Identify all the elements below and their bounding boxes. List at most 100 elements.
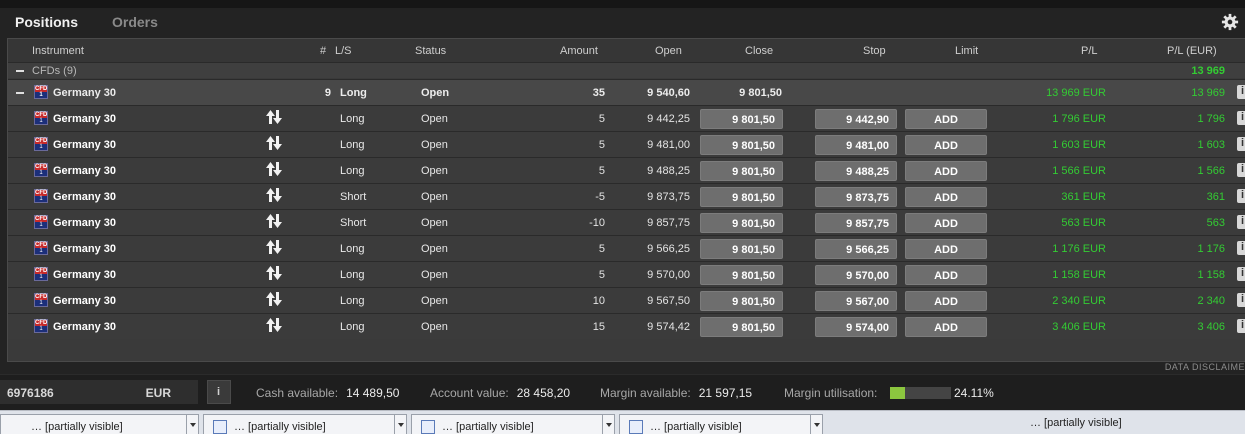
amount-value: 5 bbox=[598, 243, 605, 255]
swap-arrows-icon[interactable] bbox=[265, 317, 283, 333]
pl-eur-value: 1 796 bbox=[1197, 113, 1225, 125]
ls-value: Short bbox=[340, 191, 367, 203]
close-button[interactable]: 9 801,50 bbox=[700, 213, 783, 233]
stop-button[interactable]: 9 570,00 bbox=[815, 265, 897, 285]
col-pl-eur[interactable]: P/L (EUR) bbox=[1167, 45, 1217, 57]
table-row[interactable]: CFD 1 Germany 30 Long Open 5 9 481,00 9 801,50 9… bbox=[8, 131, 1245, 157]
stop-button[interactable]: 9 481,00 bbox=[815, 135, 897, 155]
stop-button[interactable]: 9 442,90 bbox=[815, 109, 897, 129]
info-icon[interactable]: i bbox=[1237, 267, 1245, 281]
col-open[interactable]: Open bbox=[655, 45, 682, 57]
info-icon[interactable]: i bbox=[1237, 241, 1245, 255]
table-row[interactable]: CFD 1 Germany 30 Short Open -10 9 857,75 9 801,… bbox=[8, 209, 1245, 235]
stop-button[interactable]: 9 566,25 bbox=[815, 239, 897, 259]
close-button[interactable]: 9 801,50 bbox=[700, 317, 783, 337]
swap-arrows-icon[interactable] bbox=[265, 213, 283, 229]
table-header: Instrument # L/S Status Amount Open Clos… bbox=[8, 39, 1245, 62]
position-count: 9 bbox=[324, 87, 331, 99]
info-icon[interactable]: i bbox=[1237, 137, 1245, 151]
table-row[interactable]: CFD 1 Germany 30 Long Open 15 9 574,42 9 801,50… bbox=[8, 313, 1245, 339]
account-selector[interactable]: 6976186 EUR bbox=[0, 380, 198, 404]
close-button[interactable]: 9 801,50 bbox=[700, 109, 783, 129]
taskbar-item-3[interactable]: … [partially visible] bbox=[411, 414, 615, 434]
amount-value: 5 bbox=[598, 165, 605, 177]
tab-positions[interactable]: Positions bbox=[15, 14, 78, 30]
table-row[interactable]: CFD 1 Germany 30 Long Open 5 9 442,25 9 801,50 9… bbox=[8, 105, 1245, 131]
col-count[interactable]: # bbox=[320, 45, 326, 57]
cfd-icon: CFD 1 bbox=[34, 163, 48, 177]
add-limit-button[interactable]: ADD bbox=[905, 291, 987, 311]
taskbar-item-4[interactable]: … [partially visible] bbox=[619, 414, 823, 434]
add-limit-button[interactable]: ADD bbox=[905, 239, 987, 259]
info-icon[interactable]: i bbox=[1237, 215, 1245, 229]
close-button[interactable]: 9 801,50 bbox=[700, 239, 783, 259]
amount-value: 5 bbox=[598, 269, 605, 281]
pl-value: 13 969 EUR bbox=[1046, 87, 1106, 99]
col-ls[interactable]: L/S bbox=[335, 45, 352, 57]
swap-arrows-icon[interactable] bbox=[265, 135, 283, 151]
info-icon[interactable]: i bbox=[1237, 111, 1245, 125]
close-button[interactable]: 9 801,50 bbox=[700, 135, 783, 155]
status-value: Open bbox=[421, 191, 448, 203]
add-limit-button[interactable]: ADD bbox=[905, 109, 987, 129]
pl-value: 3 406 EUR bbox=[1052, 321, 1106, 333]
info-icon[interactable]: i bbox=[1237, 293, 1245, 307]
taskbar-item-2[interactable]: … [partially visible] bbox=[203, 414, 407, 434]
table-row[interactable]: CFD 1 Germany 30 Long Open 5 9 566,25 9 801,50 9… bbox=[8, 235, 1245, 261]
summary-row[interactable]: CFD 1 Germany 30 9 Long Open 35 9 540,60 … bbox=[8, 79, 1245, 105]
pl-eur-value: 2 340 bbox=[1197, 295, 1225, 307]
add-limit-button[interactable]: ADD bbox=[905, 213, 987, 233]
window-icon bbox=[421, 420, 435, 434]
info-icon[interactable]: i bbox=[1237, 163, 1245, 177]
stop-button[interactable]: 9 857,75 bbox=[815, 213, 897, 233]
swap-arrows-icon[interactable] bbox=[265, 161, 283, 177]
table-row[interactable]: CFD 1 Germany 30 Long Open 5 9 570,00 9 801,50 9… bbox=[8, 261, 1245, 287]
tab-orders[interactable]: Orders bbox=[112, 14, 158, 30]
table-row[interactable]: CFD 1 Germany 30 Long Open 10 9 567,50 9 801,50… bbox=[8, 287, 1245, 313]
stop-button[interactable]: 9 488,25 bbox=[815, 161, 897, 181]
col-close[interactable]: Close bbox=[745, 45, 773, 57]
collapse-icon[interactable] bbox=[16, 70, 24, 72]
stop-button[interactable]: 9 574,00 bbox=[815, 317, 897, 337]
col-amount[interactable]: Amount bbox=[560, 45, 598, 57]
info-icon[interactable]: i bbox=[1237, 189, 1245, 203]
add-limit-button[interactable]: ADD bbox=[905, 187, 987, 207]
stop-button[interactable]: 9 873,75 bbox=[815, 187, 897, 207]
taskbar-item-1[interactable]: … [partially visible] bbox=[0, 414, 199, 434]
gear-icon[interactable] bbox=[1221, 13, 1239, 31]
add-limit-button[interactable]: ADD bbox=[905, 317, 987, 337]
col-instrument[interactable]: Instrument bbox=[32, 45, 84, 57]
swap-arrows-icon[interactable] bbox=[265, 239, 283, 255]
table-row[interactable]: CFD 1 Germany 30 Short Open -5 9 873,75 9 801,5… bbox=[8, 183, 1245, 209]
ls-value: Long bbox=[340, 321, 365, 333]
swap-arrows-icon[interactable] bbox=[265, 291, 283, 307]
table-row[interactable]: CFD 1 Germany 30 Long Open 5 9 488,25 9 801,50 9… bbox=[8, 157, 1245, 183]
window-icon bbox=[213, 420, 227, 434]
add-limit-button[interactable]: ADD bbox=[905, 161, 987, 181]
close-button[interactable]: 9 801,50 bbox=[700, 291, 783, 311]
group-row-cfds[interactable]: CFDs (9) 13 969 bbox=[8, 62, 1245, 78]
close-button[interactable]: 9 801,50 bbox=[700, 265, 783, 285]
pl-value: 1 796 EUR bbox=[1052, 113, 1106, 125]
ls-value: Short bbox=[340, 217, 367, 229]
os-taskbar: … [partially visible] … [partially visib… bbox=[0, 410, 1245, 434]
close-button[interactable]: 9 801,50 bbox=[700, 187, 783, 207]
info-icon[interactable]: i bbox=[1237, 85, 1245, 99]
add-limit-button[interactable]: ADD bbox=[905, 265, 987, 285]
cfd-icon: CFD 1 bbox=[34, 85, 48, 99]
col-status[interactable]: Status bbox=[415, 45, 446, 57]
collapse-icon[interactable] bbox=[16, 92, 24, 94]
open-value: 9 857,75 bbox=[647, 217, 690, 229]
col-stop[interactable]: Stop bbox=[863, 45, 886, 57]
close-button[interactable]: 9 801,50 bbox=[700, 161, 783, 181]
swap-arrows-icon[interactable] bbox=[265, 109, 283, 125]
data-disclaimer-link[interactable]: DATA DISCLAIME bbox=[1165, 362, 1245, 372]
col-pl[interactable]: P/L bbox=[1081, 45, 1098, 57]
col-limit[interactable]: Limit bbox=[955, 45, 978, 57]
swap-arrows-icon[interactable] bbox=[265, 187, 283, 203]
swap-arrows-icon[interactable] bbox=[265, 265, 283, 281]
add-limit-button[interactable]: ADD bbox=[905, 135, 987, 155]
info-icon[interactable]: i bbox=[1237, 319, 1245, 333]
stop-button[interactable]: 9 567,00 bbox=[815, 291, 897, 311]
account-info-button[interactable]: i bbox=[207, 380, 231, 404]
